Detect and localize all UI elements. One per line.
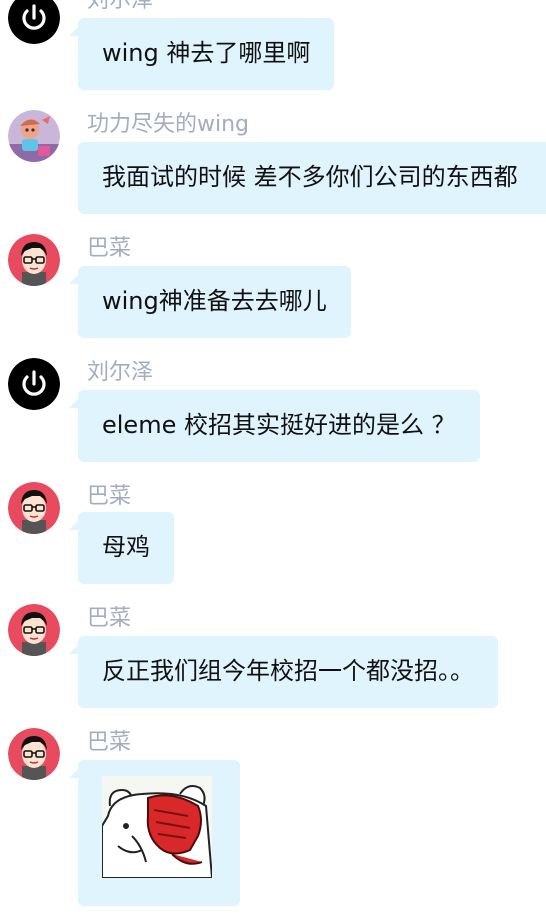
sender-name: 巴菜 bbox=[87, 236, 132, 261]
image-message-bubble[interactable] bbox=[69, 760, 240, 906]
message-bubble[interactable]: wing神准备去去哪儿 bbox=[69, 266, 351, 338]
message-bubble[interactable]: wing 神去了哪里啊 bbox=[68, 18, 335, 90]
message-bubble[interactable]: 反正我们组今年校招一个都没招。。 bbox=[69, 636, 498, 708]
glasses-boy-icon bbox=[8, 728, 60, 780]
glasses-boy-icon bbox=[8, 604, 60, 656]
message-bubble[interactable]: 母鸡 bbox=[69, 512, 174, 584]
avatar[interactable] bbox=[8, 110, 60, 162]
avatar[interactable] bbox=[8, 0, 60, 44]
sender-name: 巴菜 bbox=[87, 484, 132, 509]
avatar[interactable] bbox=[8, 728, 60, 780]
avatar[interactable] bbox=[8, 482, 60, 534]
avatar[interactable] bbox=[8, 234, 60, 286]
message-bubble[interactable]: 我面试的时候 差不多你们公司的东西都 bbox=[78, 142, 546, 214]
cartoon-character-icon bbox=[8, 110, 60, 162]
sender-name: 功力尽失的wing bbox=[87, 112, 250, 137]
avatar[interactable] bbox=[8, 604, 60, 656]
glasses-boy-icon bbox=[8, 234, 60, 286]
message-bubble[interactable]: eleme 校招其实挺好进的是么 ？ bbox=[69, 390, 480, 462]
sender-name: 巴菜 bbox=[87, 730, 132, 755]
sender-name: 刘尔泽 bbox=[87, 360, 154, 385]
power-icon bbox=[8, 0, 60, 44]
glasses-boy-icon bbox=[8, 482, 60, 534]
power-icon bbox=[8, 358, 60, 410]
avatar[interactable] bbox=[8, 358, 60, 410]
facepalm-bear-sticker[interactable] bbox=[102, 776, 212, 878]
sender-name: 巴菜 bbox=[87, 606, 132, 631]
sender-name: 刘尔泽 bbox=[87, 0, 154, 13]
